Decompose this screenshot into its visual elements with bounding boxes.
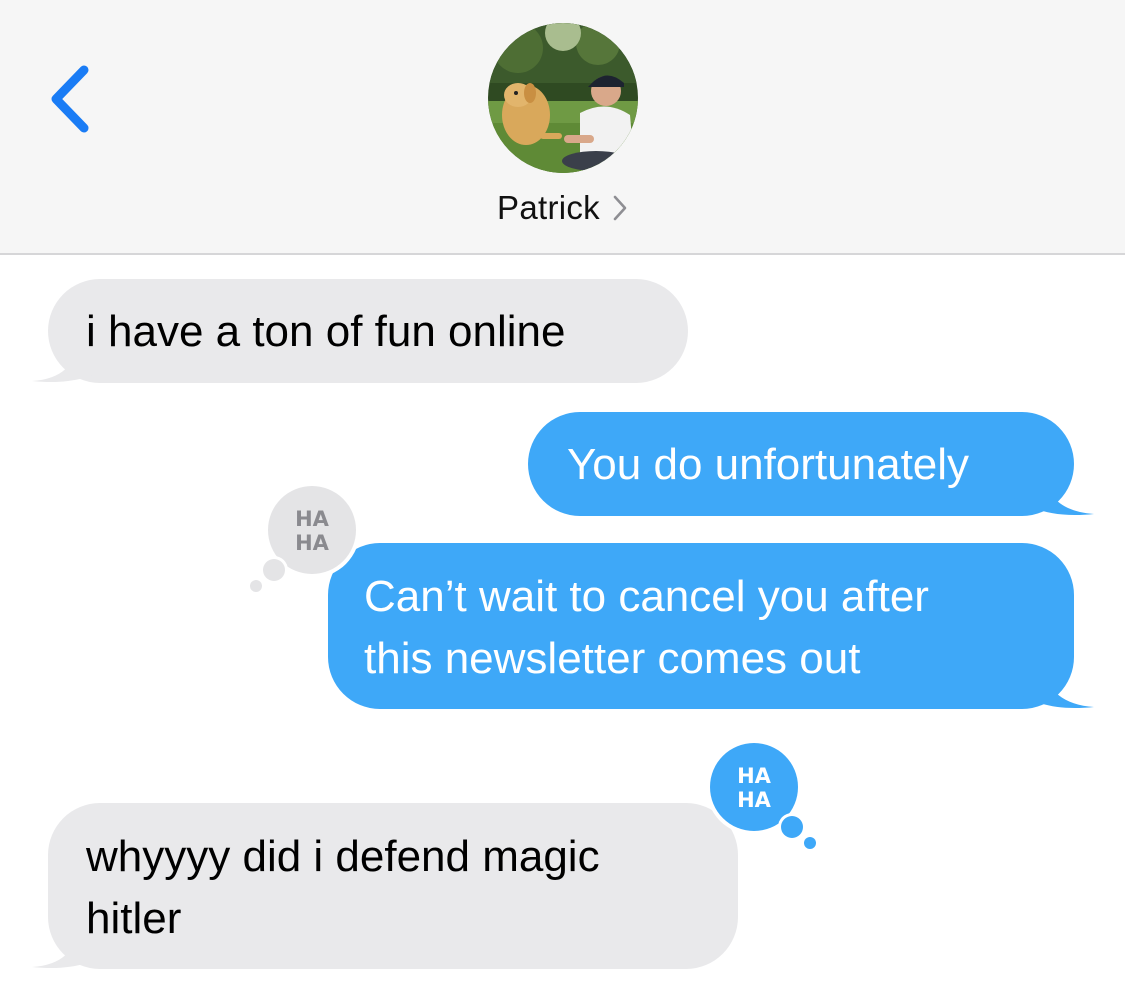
back-button[interactable] (44, 62, 98, 136)
haha-icon: HA HA (250, 482, 360, 592)
conversation-screen: Patrick i have a ton of fun online You d… (0, 0, 1125, 1000)
haha-icon: HA HA (706, 739, 816, 849)
message-bubble-incoming[interactable]: whyyyy did i defend magic hitler (30, 803, 740, 971)
message-text-line: whyyyy did i defend magic (86, 832, 600, 881)
tapback-label-line1: HA (737, 764, 772, 788)
contact-name: Patrick (497, 189, 600, 226)
contact-avatar[interactable] (488, 23, 638, 173)
message-text-line: Can’t wait to cancel you after (364, 572, 929, 621)
message-text: i have a ton of fun online (86, 307, 566, 356)
message-bubble-incoming[interactable]: i have a ton of fun online (30, 279, 690, 385)
tapback-haha-gray[interactable]: HA HA (244, 478, 364, 598)
tapback-haha-blue[interactable]: HA HA (698, 735, 824, 857)
message-text-line: this newsletter comes out (364, 634, 861, 683)
tapback-label-line2: HA (737, 788, 772, 812)
message-text-line: hitler (86, 894, 182, 943)
conversation-header: Patrick (0, 0, 1125, 255)
chevron-left-icon (51, 65, 89, 133)
tapback-label-line2: HA (295, 531, 330, 555)
message-bubble-outgoing[interactable]: You do unfortunately (526, 412, 1096, 518)
contact-details-link[interactable]: Patrick (0, 185, 1125, 231)
chevron-right-icon (613, 195, 627, 221)
tapback-label-line1: HA (295, 507, 330, 531)
message-bubble-outgoing[interactable]: Can’t wait to cancel you after this news… (326, 543, 1096, 711)
message-text: You do unfortunately (567, 440, 970, 489)
